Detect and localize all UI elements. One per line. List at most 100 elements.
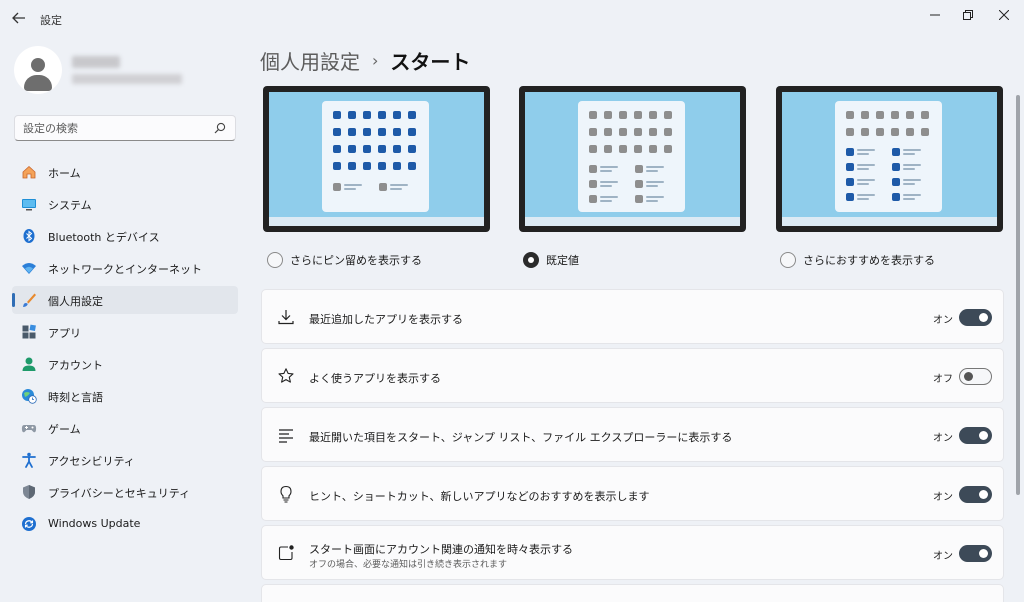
close-button[interactable] (988, 4, 1020, 26)
preview-recommended-icon (589, 195, 597, 203)
preview-pinned-tile (891, 128, 899, 136)
back-button[interactable] (8, 8, 30, 28)
preview-text-line (857, 179, 875, 181)
sidebar-item-label: プライバシーとセキュリティ (48, 487, 191, 500)
preview-text-line (857, 168, 869, 170)
setting-title: 最近追加したアプリを表示する (309, 313, 463, 326)
sidebar-item-accessibility[interactable]: アクセシビリティ (12, 446, 238, 474)
sidebar-item-label: Bluetooth とデバイス (48, 231, 160, 244)
setting-card-recent-apps: 最近追加したアプリを表示する オン (261, 289, 1004, 344)
preview-pinned-tile (619, 145, 627, 153)
radio-button[interactable] (780, 252, 796, 268)
preview-recommended-icon (589, 165, 597, 173)
preview-pinned-tile (589, 111, 597, 119)
breadcrumb-separator: › (372, 50, 379, 70)
preview-text-line (344, 188, 356, 190)
user-profile[interactable] (14, 46, 234, 96)
sidebar-item-system[interactable]: システム (12, 190, 238, 218)
preview-pinned-tile (363, 111, 371, 119)
sidebar-item-home[interactable]: ホーム (12, 158, 238, 186)
sidebar-item-label: システム (48, 199, 92, 212)
search-input[interactable] (23, 120, 213, 136)
preview-pinned-tile (619, 128, 627, 136)
radio-button[interactable] (523, 252, 539, 268)
recommendations-toggle[interactable] (959, 486, 992, 503)
settings-window: 設定 ホーム (0, 0, 1024, 602)
layout-option-more-recommendations[interactable]: さらにおすすめを表示する (780, 251, 935, 269)
radio-label: 既定値 (546, 254, 579, 267)
sidebar-item-label: ネットワークとインターネット (48, 263, 202, 276)
toggle-state-label: オン (933, 551, 953, 562)
sidebar-item-label: アカウント (48, 359, 103, 372)
setting-title: 最近開いた項目をスタート、ジャンプ リスト、ファイル エクスプローラーに表示する (309, 431, 733, 444)
wifi-icon (21, 260, 37, 276)
scrollbar[interactable] (1016, 95, 1020, 495)
sidebar-item-privacy[interactable]: プライバシーとセキュリティ (12, 478, 238, 506)
minimize-button[interactable] (919, 4, 951, 26)
frequent-apps-toggle[interactable] (959, 368, 992, 385)
preview-pinned-tile (408, 145, 416, 153)
sidebar-item-windows-update[interactable]: Windows Update (12, 510, 238, 538)
preview-pinned-tile (634, 128, 642, 136)
preview-recommended-icon (846, 148, 854, 156)
breadcrumb: 個人用設定 › スタート (260, 46, 470, 74)
page-title: スタート (390, 49, 471, 74)
preview-text-line (390, 184, 408, 186)
preview-pinned-tile (589, 128, 597, 136)
preview-recommended-icon (892, 178, 900, 186)
preview-pinned-tile (393, 128, 401, 136)
preview-text-line (646, 196, 664, 198)
preview-pinned-tile (378, 111, 386, 119)
preview-recommended-icon (635, 195, 643, 203)
setting-description: オフの場合、必要な通知は引き続き表示されます (309, 560, 508, 570)
maximize-button[interactable] (952, 4, 984, 26)
preview-text-line (857, 164, 875, 166)
sidebar-item-personalization[interactable]: 個人用設定 (12, 286, 238, 314)
start-menu-preview (578, 101, 685, 212)
sidebar-item-time-language[interactable]: 時刻と言語 (12, 382, 238, 410)
recent-items-toggle[interactable] (959, 427, 992, 444)
preview-pinned-tile (921, 111, 929, 119)
close-icon (999, 10, 1009, 20)
sidebar-item-label: Windows Update (48, 517, 141, 530)
layout-preview-more-pins[interactable] (263, 86, 490, 232)
preview-text-line (600, 170, 612, 172)
lightbulb-icon (276, 484, 296, 504)
sidebar-item-accounts[interactable]: アカウント (12, 350, 238, 378)
radio-button[interactable] (267, 252, 283, 268)
sidebar-item-bluetooth[interactable]: Bluetooth とデバイス (12, 222, 238, 250)
preview-pinned-tile (333, 111, 341, 119)
recent-apps-toggle[interactable] (959, 309, 992, 326)
toggle-state-label: オン (933, 492, 953, 503)
preview-pinned-tile (921, 128, 929, 136)
setting-card-account-notifications: スタート画面にアカウント関連の通知を時々表示する オフの場合、必要な通知は引き続… (261, 525, 1004, 580)
layout-option-more-pins[interactable]: さらにピン留めを表示する (267, 251, 422, 269)
layout-preview-more-recommendations[interactable] (776, 86, 1003, 232)
layout-preview-default[interactable] (519, 86, 746, 232)
sidebar-item-gaming[interactable]: ゲーム (12, 414, 238, 442)
layout-option-default[interactable]: 既定値 (523, 251, 579, 269)
preview-pinned-tile (333, 128, 341, 136)
preview-text-line (903, 149, 921, 151)
preview-pinned-tile (363, 128, 371, 136)
preview-pinned-tile (846, 111, 854, 119)
breadcrumb-parent[interactable]: 個人用設定 (260, 46, 360, 75)
preview-text-line (600, 185, 612, 187)
preview-recommended-icon (333, 183, 341, 191)
sidebar-item-network[interactable]: ネットワークとインターネット (12, 254, 238, 282)
setting-card-recommendations: ヒント、ショートカット、新しいアプリなどのおすすめを表示します オン (261, 466, 1004, 521)
preview-pinned-tile (393, 111, 401, 119)
preview-pinned-tile (604, 111, 612, 119)
preview-pinned-tile (876, 128, 884, 136)
preview-recommended-icon (892, 163, 900, 171)
preview-text-line (857, 149, 875, 151)
search-box[interactable] (14, 115, 236, 141)
globe-clock-icon (21, 388, 37, 404)
account-notifications-toggle[interactable] (959, 545, 992, 562)
preview-pinned-tile (664, 145, 672, 153)
search-icon[interactable] (213, 121, 227, 135)
sidebar-item-apps[interactable]: アプリ (12, 318, 238, 346)
preview-text-line (903, 153, 915, 155)
preview-text-line (600, 166, 618, 168)
preview-recommended-icon (635, 165, 643, 173)
